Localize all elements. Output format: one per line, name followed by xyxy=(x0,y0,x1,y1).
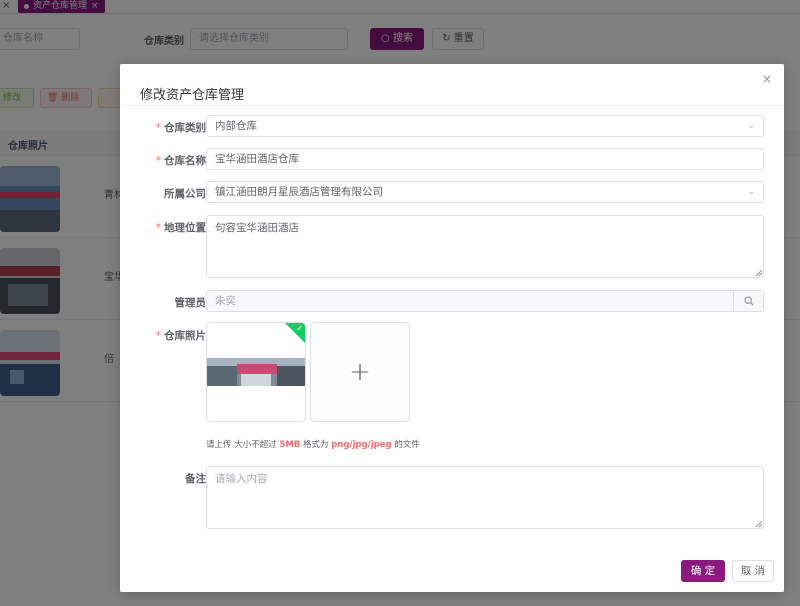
required-mark: * xyxy=(155,222,161,234)
dialog-divider xyxy=(120,105,784,106)
manager-value: 朱奕 xyxy=(215,295,236,307)
confirm-button[interactable]: 确 定 xyxy=(681,560,725,582)
upload-tip-prefix: 请上传 大小不超过 xyxy=(206,440,277,450)
location-value: 句容宝华涵田酒店 xyxy=(215,222,299,234)
resize-grip-icon[interactable] xyxy=(755,520,762,527)
company-select[interactable]: 镇江涵田朗月星辰酒店管理有限公司 ⌄ xyxy=(206,181,764,203)
upload-tip-middle: 格式为 xyxy=(302,440,329,450)
upload-tip: 请上传 大小不超过 5MB 格式为 png/jpg/jpeg 的文件 xyxy=(206,438,420,450)
company-value: 镇江涵田朗月星辰酒店管理有限公司 xyxy=(215,186,383,198)
upload-tip-suffix: 的文件 xyxy=(394,440,420,450)
name-label-text: 仓库名称 xyxy=(164,155,206,167)
cancel-button[interactable]: 取 消 xyxy=(732,560,774,582)
location-label-text: 地理位置 xyxy=(164,222,206,234)
plus-icon: + xyxy=(349,357,371,387)
edit-warehouse-dialog: 修改资产仓库管理 × * 仓库类别 内部仓库 ⌄ * 仓库名称 宝华涵田酒店仓库 所… xyxy=(120,64,784,592)
upload-tip-formats: png/jpg/jpeg xyxy=(331,440,392,450)
required-mark: * xyxy=(155,155,161,167)
warehouse-photo xyxy=(207,358,305,386)
required-mark: * xyxy=(155,122,161,134)
search-icon[interactable] xyxy=(733,291,763,311)
chevron-down-icon: ⌄ xyxy=(747,187,755,197)
manager-input[interactable]: 朱奕 xyxy=(206,290,764,312)
company-label: 所属公司 xyxy=(164,188,206,200)
location-label: * 地理位置 xyxy=(156,220,206,235)
category-label: * 仓库类别 xyxy=(156,120,206,135)
warehouse-name-value: 宝华涵田酒店仓库 xyxy=(215,153,299,165)
remark-placeholder: 请输入内容 xyxy=(215,473,268,485)
uploaded-photo-item[interactable]: ✓ xyxy=(206,322,306,422)
remark-textarea[interactable]: 请输入内容 xyxy=(206,466,764,529)
location-textarea[interactable]: 句容宝华涵田酒店 xyxy=(206,215,764,278)
warehouse-name-input[interactable]: 宝华涵田酒店仓库 xyxy=(206,148,764,170)
name-label: * 仓库名称 xyxy=(156,153,206,168)
category-value: 内部仓库 xyxy=(215,120,257,132)
close-icon[interactable]: × xyxy=(762,72,772,86)
category-select[interactable]: 内部仓库 ⌄ xyxy=(206,115,764,137)
required-mark: * xyxy=(155,330,161,342)
add-photo-button[interactable]: + xyxy=(310,322,410,422)
chevron-down-icon: ⌄ xyxy=(747,121,755,131)
upload-tip-size: 5MB xyxy=(279,440,301,450)
remark-label: 备注 xyxy=(185,473,206,485)
manager-label: 管理员 xyxy=(174,297,207,309)
category-label-text: 仓库类别 xyxy=(164,122,206,134)
photo-label-text: 仓库照片 xyxy=(164,330,206,342)
resize-grip-icon[interactable] xyxy=(755,269,762,276)
check-icon: ✓ xyxy=(296,324,303,333)
photo-label: * 仓库照片 xyxy=(156,328,206,343)
dialog-title: 修改资产仓库管理 xyxy=(140,88,245,103)
